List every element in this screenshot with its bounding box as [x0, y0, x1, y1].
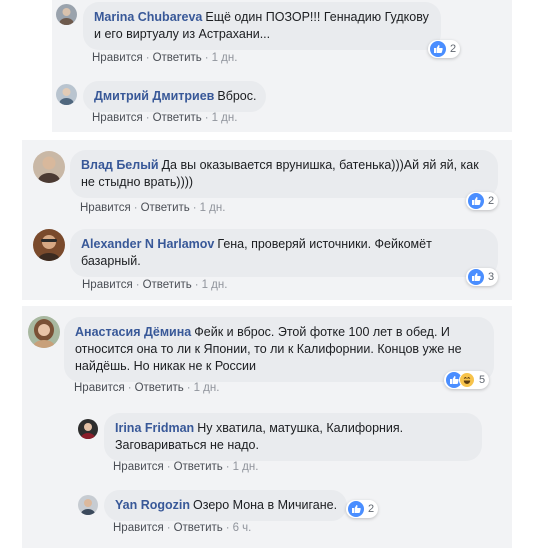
person-avatar-icon [33, 151, 65, 183]
avatar[interactable] [56, 4, 77, 25]
like-button[interactable]: Нравится [92, 52, 143, 64]
like-button[interactable]: Нравится [74, 382, 125, 394]
comment-bubble: Alexander N Harlamov Гена, проверяй источ… [70, 229, 498, 277]
like-button[interactable]: Нравится [113, 522, 164, 534]
person-avatar-icon [78, 495, 98, 515]
avatar[interactable] [33, 151, 65, 183]
comment-author-link[interactable]: Дмитрий Дмитриев [94, 89, 214, 103]
reaction-count: 3 [488, 271, 495, 283]
reply-button[interactable]: Ответить [153, 52, 202, 64]
haha-reaction-icon [459, 372, 475, 388]
avatar[interactable] [78, 495, 98, 515]
person-avatar-icon [56, 84, 77, 105]
reply-button[interactable]: Ответить [174, 522, 223, 534]
comment-bubble: Yan Rogozin Озеро Мона в Мичигане. [104, 490, 348, 521]
comment-author-link[interactable]: Влад Белый [81, 158, 159, 172]
comment-timestamp[interactable]: 6 ч. [233, 522, 252, 534]
like-reaction-icon [348, 501, 364, 517]
comment-timestamp[interactable]: 1 дн. [194, 382, 220, 394]
person-avatar-icon [28, 316, 60, 348]
like-button[interactable]: Нравится [82, 279, 133, 291]
avatar[interactable] [56, 84, 77, 105]
reaction-summary[interactable]: 3 [466, 268, 499, 286]
comment-actions: Нравится · Ответить · 1 дн. [113, 461, 259, 473]
comment-bubble: Влад Белый Да вы оказывается врунишка, ба… [70, 150, 498, 198]
reaction-summary[interactable]: 2 [346, 500, 379, 518]
like-button[interactable]: Нравится [80, 202, 131, 214]
person-avatar-icon [56, 4, 77, 25]
comment-actions: Нравится · Ответить · 1 дн. [82, 279, 228, 291]
reply-button[interactable]: Ответить [141, 202, 190, 214]
like-reaction-icon [430, 41, 446, 57]
avatar[interactable] [33, 229, 65, 261]
comment-actions: Нравится · Ответить · 6 ч. [113, 522, 252, 534]
comment-actions: Нравится · Ответить · 1 дн. [92, 112, 238, 124]
comment-bubble: Irina Fridman Ну хватила, матушка, Калифо… [104, 413, 482, 461]
avatar[interactable] [28, 316, 60, 348]
reaction-summary[interactable]: 5 [444, 371, 490, 389]
comment-timestamp[interactable]: 1 дн. [200, 202, 226, 214]
comment-timestamp[interactable]: 1 дн. [212, 112, 238, 124]
comment-actions: Нравится · Ответить · 1 дн. [92, 52, 238, 64]
comment-author-link[interactable]: Marina Chubareva [94, 10, 202, 24]
reaction-count: 2 [368, 503, 375, 515]
person-avatar-icon [33, 229, 65, 261]
like-reaction-icon [468, 193, 484, 209]
comment-author-link[interactable]: Alexander N Harlamov [81, 237, 214, 251]
comment-bubble: Анастасия Дёмина Фейк и вброс. Этой фотке… [64, 317, 494, 382]
reply-button[interactable]: Ответить [143, 279, 192, 291]
comment-timestamp[interactable]: 1 дн. [202, 279, 228, 291]
comment-bubble: Marina Chubareva Ещё один ПОЗОР!!! Геннад… [83, 2, 441, 50]
comment-timestamp[interactable]: 1 дн. [212, 52, 238, 64]
person-avatar-icon [78, 419, 98, 439]
reaction-summary[interactable]: 2 [428, 40, 461, 58]
like-button[interactable]: Нравится [113, 461, 164, 473]
reaction-count: 5 [479, 374, 486, 386]
comment-actions: Нравится · Ответить · 1 дн. [74, 382, 220, 394]
comment-actions: Нравится · Ответить · 1 дн. [80, 202, 226, 214]
avatar[interactable] [78, 419, 98, 439]
comment-author-link[interactable]: Yan Rogozin [115, 498, 190, 512]
reaction-count: 2 [488, 195, 495, 207]
like-reaction-icon [468, 269, 484, 285]
like-button[interactable]: Нравится [92, 112, 143, 124]
comment-text: Озеро Мона в Мичигане. [193, 498, 338, 512]
comment-author-link[interactable]: Irina Fridman [115, 421, 194, 435]
reply-button[interactable]: Ответить [174, 461, 223, 473]
reaction-count: 2 [450, 43, 457, 55]
comment-bubble: Дмитрий Дмитриев Вброс. [83, 81, 267, 112]
reply-button[interactable]: Ответить [135, 382, 184, 394]
comment-timestamp[interactable]: 1 дн. [233, 461, 259, 473]
reply-button[interactable]: Ответить [153, 112, 202, 124]
comment-text: Вброс. [217, 89, 257, 103]
comment-author-link[interactable]: Анастасия Дёмина [75, 325, 191, 339]
reaction-summary[interactable]: 2 [466, 192, 499, 210]
